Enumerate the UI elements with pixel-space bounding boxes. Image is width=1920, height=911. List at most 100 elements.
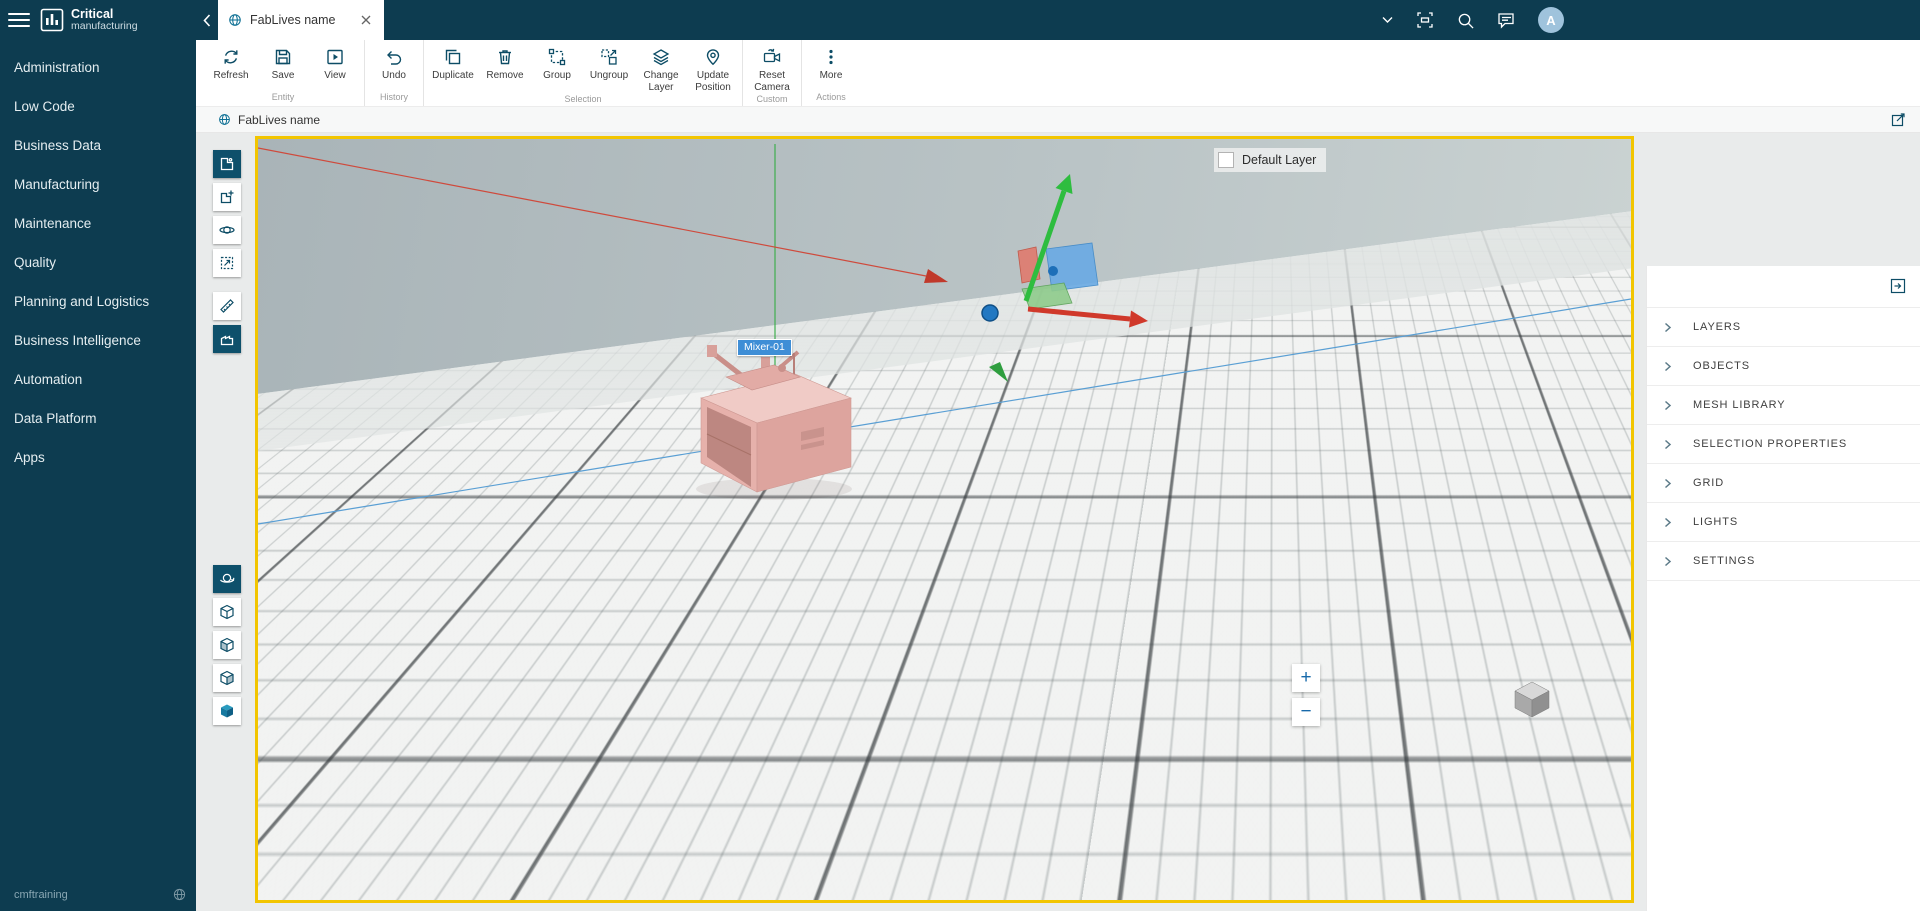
viewfinder-button[interactable]	[1416, 11, 1434, 29]
reset-camera-label: Reset Camera	[747, 70, 797, 93]
collapse-panel-icon	[1890, 278, 1906, 294]
panel-section-layers[interactable]: LAYERS	[1647, 308, 1920, 347]
zoom-out-button[interactable]: −	[1292, 698, 1320, 726]
view-side-tool-button[interactable]	[213, 664, 241, 692]
view-iso-tool-button[interactable]	[213, 697, 241, 725]
avatar[interactable]: A	[1538, 7, 1564, 33]
tab-fablives[interactable]: FabLives name	[218, 0, 384, 40]
chat-button[interactable]	[1497, 12, 1515, 29]
sidebar-item-maintenance[interactable]: Maintenance	[0, 204, 196, 243]
equipment-tool-button[interactable]	[213, 325, 241, 353]
orbit-object-tool-button[interactable]	[213, 216, 241, 244]
sidebar-item-planning-and-logistics[interactable]: Planning and Logistics	[0, 282, 196, 321]
sidebar-item-low-code[interactable]: Low Code	[0, 87, 196, 126]
globe-small-icon[interactable]	[173, 888, 186, 901]
change-layer-button[interactable]: Change Layer	[635, 40, 687, 93]
panel-section-mesh-library[interactable]: MESH LIBRARY	[1647, 386, 1920, 425]
more-icon	[821, 47, 841, 67]
panel-section-lights[interactable]: LIGHTS	[1647, 503, 1920, 542]
refresh-button[interactable]: Refresh	[205, 40, 257, 91]
sidebar-item-administration[interactable]: Administration	[0, 48, 196, 87]
view-top-tool-button[interactable]	[213, 598, 241, 626]
undo-label: Undo	[369, 70, 419, 82]
ungroup-button[interactable]: Ungroup	[583, 40, 635, 93]
panel-section-label: LIGHTS	[1693, 516, 1738, 528]
gizmo-plane-handle-dot[interactable]	[1048, 266, 1058, 276]
sidebar-header: Critical manufacturing	[0, 0, 196, 40]
measure-icon	[219, 298, 235, 314]
floorplan-tool-button[interactable]	[213, 150, 241, 178]
search-button[interactable]	[1457, 12, 1474, 29]
panel-section-grid[interactable]: GRID	[1647, 464, 1920, 503]
expand-panel-icon	[1891, 112, 1906, 127]
expand-panel-button[interactable]	[1891, 112, 1906, 127]
view-button[interactable]: View	[309, 40, 361, 91]
panel-section-label: GRID	[1693, 477, 1724, 489]
menu-icon[interactable]	[8, 9, 30, 31]
rotate-view-tool-button[interactable]	[213, 565, 241, 593]
panel-section-settings[interactable]: SETTINGS	[1647, 542, 1920, 581]
chevron-right-icon	[1664, 361, 1672, 372]
more-button[interactable]: More	[805, 40, 857, 91]
duplicate-label: Duplicate	[428, 70, 478, 82]
sidebar-item-business-intelligence[interactable]: Business Intelligence	[0, 321, 196, 360]
view-label: View	[310, 70, 360, 82]
axis-arrowhead-green	[989, 362, 1008, 382]
sidebar-item-business-data[interactable]: Business Data	[0, 126, 196, 165]
duplicate-button[interactable]: Duplicate	[427, 40, 479, 93]
group-icon	[547, 47, 567, 67]
collapse-panel-button[interactable]	[1890, 278, 1906, 294]
panel-section-objects[interactable]: OBJECTS	[1647, 347, 1920, 386]
sidebar-item-automation[interactable]: Automation	[0, 360, 196, 399]
save-button[interactable]: Save	[257, 40, 309, 91]
axis-z-line	[258, 299, 1631, 524]
sidebar-item-apps[interactable]: Apps	[0, 438, 196, 477]
transform-gizmo[interactable]	[982, 174, 1148, 328]
panel-section-selection-properties[interactable]: SELECTION PROPERTIES	[1647, 425, 1920, 464]
main-toolbar: Refresh Save View Entity U	[196, 40, 1920, 107]
viewport-toolbar-top	[213, 150, 241, 353]
view-cube[interactable]	[1512, 679, 1552, 719]
tab-close-button[interactable]	[358, 12, 374, 28]
update-position-button[interactable]: Update Position	[687, 40, 739, 93]
floorplan-icon	[219, 156, 235, 172]
view-top-icon	[219, 604, 235, 620]
globe-icon	[218, 113, 231, 126]
add-floorplan-tool-button[interactable]	[213, 183, 241, 211]
tab-back-button[interactable]	[196, 0, 218, 40]
measure-tool-button[interactable]	[213, 292, 241, 320]
chevron-right-icon	[1664, 478, 1672, 489]
sidebar-item-manufacturing[interactable]: Manufacturing	[0, 165, 196, 204]
add-floorplan-icon	[219, 189, 235, 205]
sidebar-item-quality[interactable]: Quality	[0, 243, 196, 282]
toolbar-group-label-history: History	[368, 91, 420, 106]
plus-icon: +	[1300, 667, 1311, 688]
ungroup-label: Ungroup	[584, 70, 634, 82]
gizmo-arrow-right[interactable]	[1028, 309, 1130, 319]
gizmo-center-handle[interactable]	[982, 305, 998, 321]
panel-section-label: SETTINGS	[1693, 555, 1755, 567]
panel-section-label: SELECTION PROPERTIES	[1693, 438, 1847, 450]
sidebar: Critical manufacturing Administration Lo…	[0, 0, 196, 911]
update-position-label: Update Position	[688, 70, 738, 93]
group-button[interactable]: Group	[531, 40, 583, 93]
mixer-model[interactable]	[696, 345, 852, 500]
view-front-tool-button[interactable]	[213, 631, 241, 659]
zoom-in-button[interactable]: +	[1292, 664, 1320, 692]
undo-button[interactable]: Undo	[368, 40, 420, 91]
viewport-toolbar-bottom	[213, 565, 241, 725]
scene-3d[interactable]: Mixer-01 Default Layer + −	[258, 139, 1631, 900]
tab-title: FabLives name	[250, 13, 350, 27]
ungroup-icon	[599, 47, 619, 67]
reset-camera-button[interactable]: Reset Camera	[746, 40, 798, 93]
minus-icon: −	[1300, 701, 1311, 722]
axis-x-line	[258, 148, 926, 276]
caret-down-icon	[1382, 16, 1393, 24]
caret-down-button[interactable]	[1382, 16, 1393, 24]
default-layer-checkbox[interactable]	[1218, 152, 1234, 168]
panel-section-label: LAYERS	[1693, 321, 1741, 333]
remove-button[interactable]: Remove	[479, 40, 531, 93]
sidebar-item-data-platform[interactable]: Data Platform	[0, 399, 196, 438]
reset-camera-icon	[762, 47, 782, 67]
transform-tool-button[interactable]	[213, 249, 241, 277]
